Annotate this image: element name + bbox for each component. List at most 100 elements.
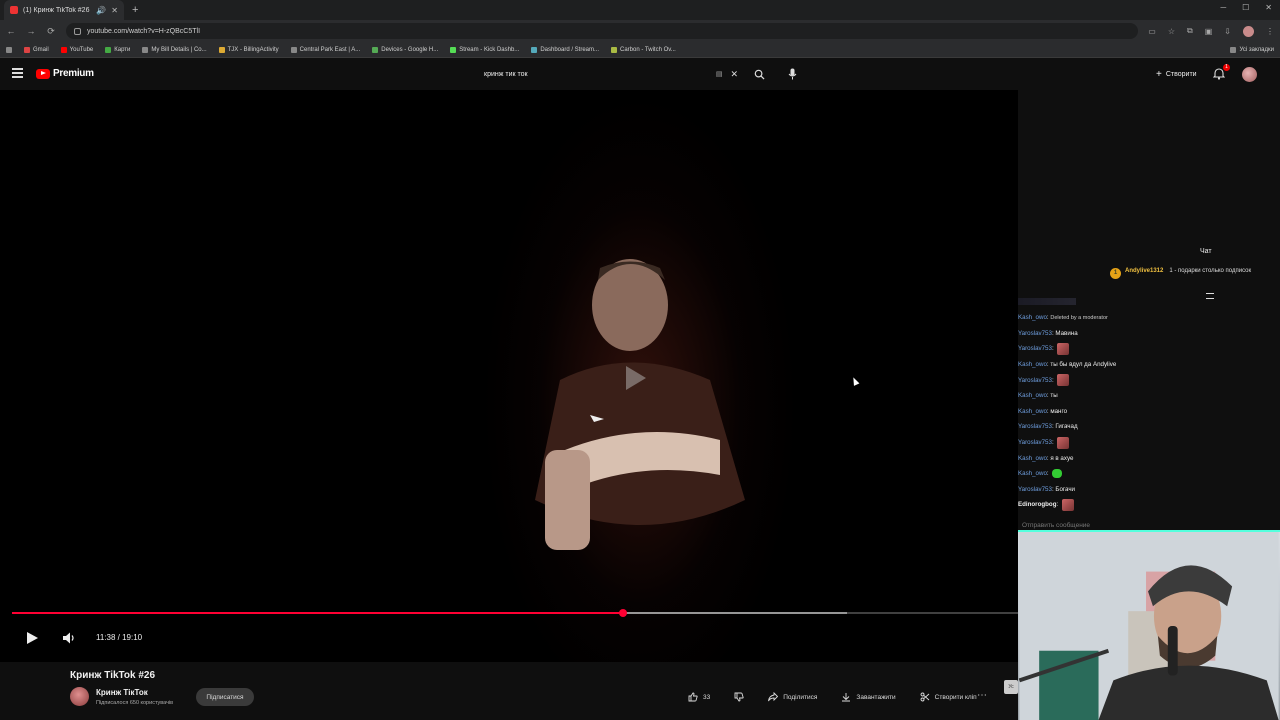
back-icon[interactable]: ← xyxy=(6,26,16,36)
chat-username[interactable]: Yaroslav753 xyxy=(1018,377,1052,384)
bookmark-item[interactable]: Carbon - Twitch Ov... xyxy=(611,46,676,53)
new-tab-button[interactable]: + xyxy=(132,4,138,16)
chat-text: Deleted by a moderator xyxy=(1050,314,1108,321)
create-label: Створити xyxy=(1165,70,1197,78)
reload-icon[interactable]: ⟳ xyxy=(46,26,56,37)
apps-icon[interactable] xyxy=(6,46,12,53)
cast-icon[interactable]: ▭ xyxy=(1148,27,1156,36)
face-emote-icon xyxy=(1057,436,1070,449)
chat-messages: Kash_owo: Deleted by a moderator Yaroslav… xyxy=(1018,310,1280,513)
chat-bubble-emote-icon xyxy=(1052,469,1063,479)
forward-icon[interactable]: → xyxy=(26,26,36,36)
plus-icon: + xyxy=(1156,68,1162,80)
youtube-favicon-icon xyxy=(10,6,18,14)
channel-avatar[interactable] xyxy=(70,687,89,706)
like-button[interactable]: 33 xyxy=(680,688,718,706)
search-icon xyxy=(754,69,765,80)
youtube-logo[interactable]: Premium xyxy=(36,68,94,79)
speaker-icon[interactable]: 🔊 xyxy=(96,6,106,15)
extensions-area: ▭ ☆ ⧉ ▣ ⇩ ⋮ xyxy=(1148,25,1274,37)
account-avatar[interactable] xyxy=(1242,67,1257,82)
browser-tab[interactable]: (1) Кринж TikTok #26 - You... 🔊 ✕ xyxy=(4,0,124,20)
chat-text: ты xyxy=(1050,392,1058,400)
chat-username[interactable]: Yaroslav753 xyxy=(1018,345,1052,352)
bookmark-item[interactable]: Gmail xyxy=(24,46,49,53)
downloads-icon[interactable]: ⇩ xyxy=(1224,27,1231,36)
maximize-icon[interactable]: ☐ xyxy=(1242,3,1249,12)
close-tab-icon[interactable]: ✕ xyxy=(111,6,118,15)
close-window-icon[interactable]: ✕ xyxy=(1265,3,1272,12)
progress-scrubber[interactable] xyxy=(618,609,627,617)
bookmark-item[interactable]: My Bill Details | Co... xyxy=(142,46,207,53)
chat-username[interactable]: Yaroslav753 xyxy=(1018,330,1052,337)
voice-search-button[interactable] xyxy=(782,64,802,84)
subscriber-count: Підписалося 650 користувачів xyxy=(96,700,174,706)
search-input[interactable]: кринж тик ток ▤ ✕ xyxy=(476,64,746,84)
chat-message: Kash_owo: манго xyxy=(1018,407,1068,415)
channel-name[interactable]: Кринж ТікТок xyxy=(96,688,148,697)
minimize-icon[interactable]: ─ xyxy=(1220,3,1226,12)
keyboard-icon[interactable]: ▤ xyxy=(716,70,723,78)
bookmark-item[interactable]: Devices - Google H... xyxy=(372,46,438,53)
center-play-icon[interactable] xyxy=(626,366,646,390)
all-bookmarks[interactable]: Усі закладки xyxy=(1230,46,1274,53)
chat-username[interactable]: Kash_owo xyxy=(1018,455,1047,462)
bookmarks-bar: Gmail YouTube Карти My Bill Details | Co… xyxy=(0,42,1280,58)
download-button[interactable]: Завантажити xyxy=(833,688,903,706)
play-button[interactable] xyxy=(24,630,40,646)
extensions-icon[interactable]: ⧉ xyxy=(1187,26,1193,36)
face-emote-icon xyxy=(1057,374,1070,387)
bookmark-item[interactable]: Карти xyxy=(105,46,130,53)
bookmark-item[interactable]: TJX - BillingActivity xyxy=(218,46,279,53)
chat-message: Yaroslav753: xyxy=(1018,372,1280,388)
corner-tag[interactable]: Ус xyxy=(1004,680,1018,694)
bookmark-item[interactable]: Dashboard / Stream... xyxy=(531,46,599,53)
chat-username[interactable]: Yaroslav753 xyxy=(1018,439,1052,446)
video-player[interactable]: 11:38 / 19:10 xyxy=(0,90,1018,662)
chat-input[interactable]: Отправить сообщение xyxy=(1022,522,1090,529)
chat-username[interactable]: Yaroslav753 xyxy=(1018,423,1052,430)
chat-text: ты бы вдул да Andylive xyxy=(1050,361,1117,369)
share-button[interactable]: Поділитися xyxy=(760,688,825,706)
subscribe-button[interactable]: Підписатися xyxy=(196,688,254,706)
thumbs-down-icon xyxy=(734,692,744,702)
clear-search-icon[interactable]: ✕ xyxy=(730,69,738,80)
chat-username[interactable]: Kash_owo xyxy=(1018,314,1047,321)
pinned-message: 1 Andylive1312 1 - подарки столько подпи… xyxy=(1110,268,1280,288)
pin-icon[interactable] xyxy=(1206,293,1214,299)
hamburger-menu-icon[interactable] xyxy=(12,68,23,78)
notifications-button[interactable]: 1 xyxy=(1212,64,1230,81)
more-actions-icon[interactable]: ⋯ xyxy=(974,689,990,705)
bookmark-star-icon[interactable]: ☆ xyxy=(1168,27,1175,36)
chat-message: Yaroslav753: Мавина xyxy=(1018,329,1078,337)
site-info-icon[interactable] xyxy=(74,27,81,35)
dislike-button[interactable] xyxy=(726,688,752,706)
create-button[interactable]: + Створити xyxy=(1150,66,1203,82)
volume-button[interactable] xyxy=(62,631,76,645)
bookmark-item[interactable]: Stream - Kick Dashb... xyxy=(450,46,519,53)
microphone-icon xyxy=(788,68,796,80)
url-field[interactable]: youtube.com/watch?v=H-zQBcC5TlI xyxy=(66,23,1139,39)
search-button[interactable] xyxy=(748,64,770,84)
chat-username[interactable]: Edinorogbog xyxy=(1018,501,1057,508)
tab-title: (1) Кринж TikTok #26 - You... xyxy=(23,6,91,14)
youtube-play-logo-icon xyxy=(36,68,50,79)
bookmark-item[interactable]: Central Park East | A... xyxy=(290,46,360,53)
progress-bar[interactable] xyxy=(12,609,1018,617)
chat-text: я в ахуе xyxy=(1050,454,1074,462)
chat-username[interactable]: Kash_owo xyxy=(1018,408,1047,415)
chat-username[interactable]: Kash_owo xyxy=(1018,470,1047,477)
browser-menu-icon[interactable]: ⋮ xyxy=(1266,27,1274,36)
chat-username[interactable]: Kash_owo xyxy=(1018,392,1047,399)
chat-title: Чат xyxy=(1200,248,1212,255)
scissors-icon xyxy=(920,692,929,702)
chat-username[interactable]: Kash_owo xyxy=(1018,361,1047,368)
sidebar-icon[interactable]: ▣ xyxy=(1205,27,1213,36)
chat-username[interactable]: Yaroslav753 xyxy=(1018,486,1052,493)
profile-avatar[interactable] xyxy=(1243,25,1254,37)
progress-played xyxy=(12,612,623,614)
chat-text: Богачи xyxy=(1055,485,1075,493)
browser-tab-bar: (1) Кринж TikTok #26 - You... 🔊 ✕ + ─ ☐ … xyxy=(0,0,1280,20)
pinned-username[interactable]: Andylive1312 xyxy=(1125,268,1163,274)
bookmark-item[interactable]: YouTube xyxy=(60,46,93,53)
